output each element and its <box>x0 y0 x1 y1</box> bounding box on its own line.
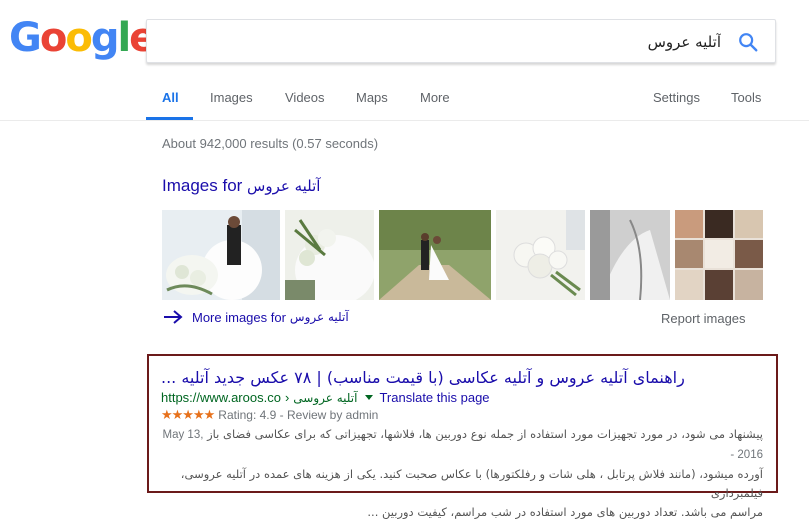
image-thumbnail[interactable] <box>379 210 491 300</box>
url-breadcrumb: آتلیه عروسی <box>293 390 358 405</box>
tab-images[interactable]: Images <box>210 90 253 105</box>
rose-bouquet-photo <box>496 210 585 300</box>
snippet-line-3: مراسم می باشد. تعداد دوربین های مورد است… <box>367 505 763 519</box>
search-input[interactable] <box>159 27 723 57</box>
image-thumbnail[interactable] <box>675 210 763 300</box>
snippet-line-2: آورده میشود، (مانند فلاش پرتابل ، هلی شا… <box>180 467 763 500</box>
result-url: https://www.aroos.co <box>161 390 281 405</box>
settings-link[interactable]: Settings <box>653 90 700 105</box>
logo-letter: g <box>90 15 120 61</box>
image-thumbnail[interactable] <box>162 210 280 300</box>
bouquet-photo <box>285 210 374 300</box>
translate-page-link[interactable]: Translate this page <box>379 390 489 405</box>
image-thumbnail[interactable] <box>590 210 670 300</box>
more-images-query: آتلیه عروس <box>289 310 349 324</box>
nav-divider <box>0 120 809 121</box>
tab-maps[interactable]: Maps <box>356 90 388 105</box>
arrow-right-icon <box>164 310 183 324</box>
search-icon <box>739 33 758 52</box>
image-thumbnail[interactable] <box>496 210 585 300</box>
search-box <box>146 19 776 63</box>
tab-all[interactable]: All <box>162 90 179 105</box>
star-rating-icon: ★★★★★ <box>161 407 215 422</box>
images-heading-prefix: Images for <box>162 176 243 195</box>
google-logo[interactable]: Google <box>9 15 156 61</box>
logo-letter: G <box>9 15 42 61</box>
snippet-line-1: پیشنهاد می شود، در مورد تجهیزات مورد است… <box>161 425 763 465</box>
rating-text: Rating: 4.9 - Review by admin <box>218 408 379 422</box>
images-heading[interactable]: Images for آتلیه عروس <box>162 176 320 196</box>
result-title-link[interactable]: راهنمای آتلیه عروس و آتلیه عکاسی (با قیم… <box>161 368 761 387</box>
bride-groom-photo <box>162 210 280 300</box>
outdoor-couple-photo <box>379 210 491 300</box>
image-thumbnail[interactable] <box>285 210 374 300</box>
rating-line: ★★★★★ Rating: 4.9 - Review by admin <box>161 407 378 423</box>
logo-letter: o <box>65 15 93 61</box>
collage-photo <box>675 210 763 300</box>
bw-bride-photo <box>590 210 670 300</box>
tab-videos[interactable]: Videos <box>285 90 325 105</box>
search-button[interactable] <box>737 31 759 53</box>
result-stats: About 942,000 results (0.57 seconds) <box>162 136 379 151</box>
logo-letter: l <box>117 15 131 61</box>
more-images-prefix: More images for <box>192 309 286 325</box>
chevron-down-icon[interactable] <box>365 395 374 400</box>
snippet-text: پیشنهاد می شود، در مورد تجهیزات مورد است… <box>207 427 763 441</box>
result-url-line: https://www.aroos.co › آتلیه عروسی Trans… <box>161 390 490 405</box>
logo-letter: o <box>39 15 68 61</box>
result-snippet: پیشنهاد می شود، در مورد تجهیزات مورد است… <box>161 425 763 522</box>
tab-more[interactable]: More <box>420 90 450 105</box>
report-images-link[interactable]: Report images <box>661 311 746 326</box>
url-separator: › <box>284 390 290 405</box>
more-images-link[interactable]: More images for آتلیه عروس <box>162 309 349 325</box>
images-heading-query: آتلیه عروس <box>247 177 321 195</box>
tools-link[interactable]: Tools <box>731 90 761 105</box>
